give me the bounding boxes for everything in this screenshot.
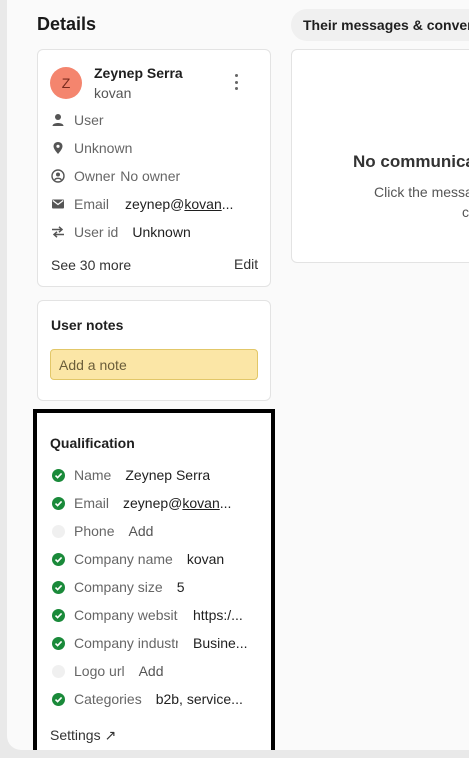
owner-value[interactable]: No owner	[120, 168, 180, 184]
qualification-label: Logo url	[74, 663, 125, 679]
qualification-value: b2b, service...	[155, 691, 243, 707]
qualification-card: Qualification Name Zeynep Serra Email ze…	[33, 409, 275, 750]
empty-state-title: No communications	[353, 152, 469, 171]
property-row-email: Email zeynep@kovan...	[51, 194, 233, 214]
empty-circle-icon	[52, 664, 65, 678]
see-more-link[interactable]: See 30 more	[51, 257, 131, 273]
swap-icon	[51, 225, 65, 239]
qualification-label: Company industry	[74, 635, 178, 651]
user-notes-card: User notes	[37, 300, 271, 401]
profile-card: Z Zeynep Serra kovan User Unknown Owner …	[37, 49, 271, 287]
add-phone-button[interactable]: Add	[128, 523, 153, 539]
edit-button[interactable]: Edit	[234, 256, 258, 272]
qualification-label: Email	[74, 495, 110, 511]
property-row-owner: Owner No owner	[51, 166, 180, 186]
mail-icon	[51, 197, 65, 211]
qualification-value: zeynep@kovan...	[123, 495, 232, 511]
qualification-value: 5	[176, 579, 185, 595]
qualification-row-logo-url[interactable]: Logo url Add	[52, 661, 164, 681]
qualification-row-categories[interactable]: Categories b2b, service...	[52, 689, 252, 709]
profile-name: Zeynep Serra	[94, 65, 183, 81]
qualification-label: Company size	[74, 579, 163, 595]
owner-icon	[51, 169, 65, 183]
property-row-user-id: User id Unknown	[51, 222, 191, 242]
check-circle-icon	[52, 608, 65, 622]
qualification-row-company-size[interactable]: Company size 5	[52, 577, 185, 597]
qualification-label: Phone	[74, 523, 115, 539]
more-options-icon[interactable]	[230, 74, 242, 90]
empty-state-subtitle: Click the message	[374, 184, 469, 200]
qualification-row-company-website[interactable]: Company website https:/...	[52, 605, 263, 625]
settings-link[interactable]: Settings ↗	[50, 727, 116, 744]
add-note-input[interactable]	[50, 349, 258, 380]
tab-their-messages[interactable]: Their messages & conversations	[291, 9, 469, 41]
property-row-location: Unknown	[51, 138, 132, 158]
property-row-user-type: User	[51, 110, 104, 130]
qualification-value: Busine...	[193, 635, 248, 651]
qualification-label: Company name	[74, 551, 173, 567]
check-circle-icon	[52, 580, 65, 594]
qualification-label: Categories	[74, 691, 142, 707]
person-icon	[51, 113, 65, 127]
check-circle-icon	[52, 496, 65, 510]
avatar[interactable]: Z	[50, 67, 82, 99]
communications-empty-state: No communications Click the message c	[291, 49, 469, 263]
empty-state-subtitle-line2: c	[462, 204, 469, 220]
qualification-value: https:/...	[193, 607, 243, 623]
app-window: Details Z Zeynep Serra kovan User Unknow…	[7, 0, 469, 750]
location-pin-icon	[51, 141, 65, 155]
check-circle-icon	[52, 636, 65, 650]
user-id-label: User id	[74, 224, 119, 240]
qualification-row-name[interactable]: Name Zeynep Serra	[52, 465, 210, 485]
qualification-label: Company website	[74, 607, 178, 623]
qualification-label: Name	[74, 467, 112, 483]
add-logo-url-button[interactable]: Add	[139, 663, 164, 679]
email-label: Email	[74, 196, 110, 212]
profile-company[interactable]: kovan	[94, 85, 131, 101]
qualification-row-company-name[interactable]: Company name kovan	[52, 549, 224, 569]
qualification-value: kovan	[186, 551, 225, 567]
details-heading: Details	[37, 14, 97, 34]
qualification-row-company-industry[interactable]: Company industry Busine...	[52, 633, 263, 653]
check-circle-icon	[52, 552, 65, 566]
user-type-label: User	[74, 112, 104, 128]
check-circle-icon	[52, 692, 65, 706]
qualification-value: Zeynep Serra	[125, 467, 211, 483]
check-circle-icon	[52, 468, 65, 482]
email-value[interactable]: zeynep@kovan...	[125, 196, 233, 212]
user-id-value[interactable]: Unknown	[132, 224, 190, 240]
user-notes-title: User notes	[51, 317, 124, 333]
qualification-title: Qualification	[50, 435, 135, 451]
owner-label: Owner	[74, 168, 116, 184]
qualification-row-phone[interactable]: Phone Add	[52, 521, 153, 541]
location-value[interactable]: Unknown	[74, 140, 132, 156]
qualification-row-email[interactable]: Email zeynep@kovan...	[52, 493, 231, 513]
empty-circle-icon	[52, 524, 65, 538]
